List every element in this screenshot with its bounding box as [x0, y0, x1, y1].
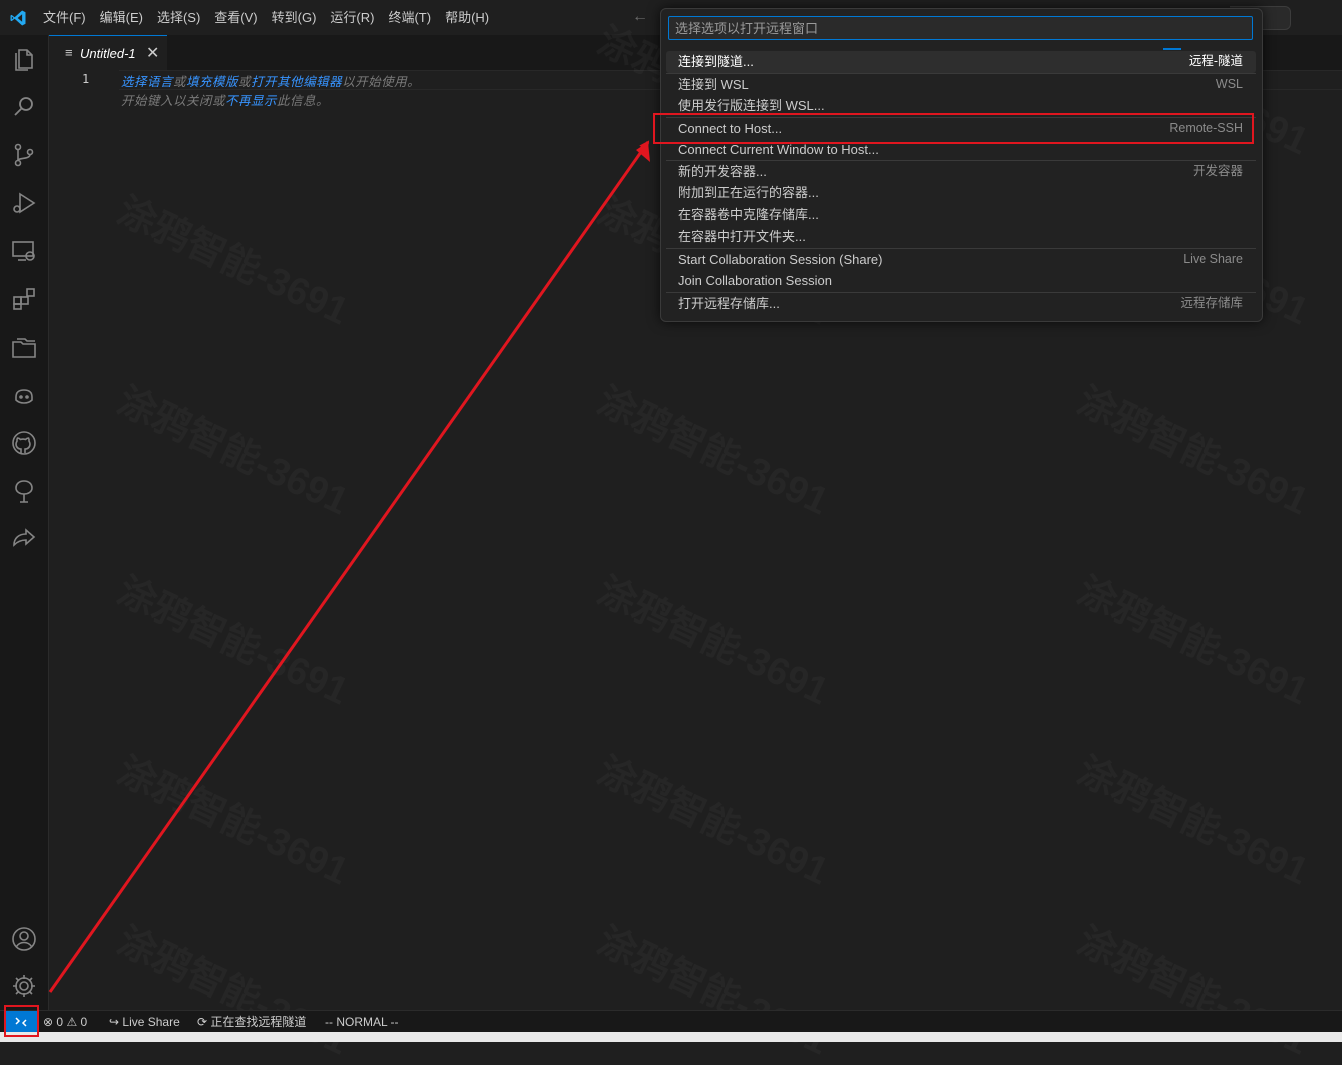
live-share-icon: ↪	[109, 1015, 120, 1029]
tab-label: Untitled-1	[80, 46, 136, 61]
quick-pick-item-label: 在容器中打开文件夹...	[678, 229, 806, 245]
quick-pick-item-label: 连接到 WSL	[678, 76, 749, 92]
menu-bar: 文件(F) 编辑(E) 选择(S) 查看(V) 转到(G) 运行(R) 终端(T) 帮助(H)	[36, 0, 496, 35]
quick-pick-item[interactable]: 使用发行版连接到 WSL...	[666, 95, 1256, 117]
quick-pick-item-label: 在容器卷中克隆存储库...	[678, 207, 819, 223]
quick-pick-item[interactable]: 打开远程存储库... 远程存储库	[666, 291, 1256, 314]
error-count: 0	[56, 1015, 64, 1029]
live-share-status[interactable]: ↪ Live Share	[109, 1011, 180, 1033]
hint-link[interactable]: 打开其他编辑器	[251, 75, 342, 89]
quick-pick-item-description: WSL	[1215, 76, 1243, 91]
quick-pick-item[interactable]: Connect Current Window to Host...	[666, 139, 1256, 161]
quick-pick-item[interactable]: Join Collaboration Session	[666, 270, 1256, 292]
github-icon[interactable]	[10, 429, 38, 457]
quick-pick-item-description: Remote-SSH	[1169, 120, 1243, 135]
live-share-label: Live Share	[122, 1015, 180, 1029]
file-folder-icon[interactable]	[10, 333, 38, 361]
remote-quick-pick: 连接到隧道... 远程-隧道连接到 WSL WSL 使用发行版连接到 WSL... Co…	[660, 8, 1263, 322]
activity-bar	[0, 35, 49, 1010]
editor-hint-line-2: 开始键入以关闭或不再显示此信息。	[121, 90, 329, 109]
menu-item[interactable]: 帮助(H)	[438, 0, 496, 35]
remote-explorer-icon[interactable]	[10, 237, 38, 265]
quick-pick-item[interactable]: Connect to Host... Remote-SSH	[666, 116, 1256, 139]
menu-item[interactable]: 转到(G)	[265, 0, 324, 35]
hint-text: 或	[173, 75, 187, 89]
quick-pick-input[interactable]	[668, 16, 1253, 40]
hint-text: 开始键入以关闭或	[121, 94, 226, 108]
hint-text: 此信息。	[277, 94, 330, 108]
quick-pick-item-label: 使用发行版连接到 WSL...	[678, 97, 825, 113]
quick-pick-item-label: 新的开发容器...	[678, 164, 767, 180]
menu-item[interactable]: 终端(T)	[381, 0, 438, 35]
hint-text: 或	[238, 75, 252, 89]
quick-pick-item[interactable]: 附加到正在运行的容器...	[666, 182, 1256, 204]
taskbar-strip	[0, 1032, 1342, 1042]
quick-pick-item[interactable]: 新的开发容器... 开发容器	[666, 160, 1256, 182]
source-control-icon[interactable]	[10, 141, 38, 169]
quick-pick-item-label: Join Collaboration Session	[678, 272, 832, 288]
sync-icon: ⟳	[197, 1015, 208, 1029]
menu-item[interactable]: 运行(R)	[323, 0, 381, 35]
remote-icon	[15, 1017, 27, 1027]
remote-indicator-button[interactable]	[5, 1011, 37, 1033]
quick-pick-item-description: 开发容器	[1192, 164, 1243, 179]
account-icon[interactable]	[10, 925, 38, 953]
quick-pick-item-label: Start Collaboration Session (Share)	[678, 252, 883, 268]
vscode-logo-icon	[10, 10, 26, 26]
problems-indicator[interactable]: ⊗ 0 ⚠ 0	[43, 1011, 87, 1033]
quick-pick-item[interactable]: 在容器卷中克隆存储库...	[666, 204, 1256, 226]
menu-item[interactable]: 编辑(E)	[93, 0, 150, 35]
quick-pick-item-label: 连接到隧道...	[678, 54, 754, 69]
live-share-icon[interactable]	[10, 525, 38, 553]
error-icon: ⊗	[43, 1015, 54, 1029]
hint-text: 以开始使用。	[342, 75, 421, 89]
close-icon[interactable]: ✕	[146, 43, 159, 63]
quick-pick-item[interactable]: 在容器中打开文件夹...	[666, 226, 1256, 248]
menu-item[interactable]: 选择(S)	[150, 0, 207, 35]
tunnel-status[interactable]: ⟳ 正在查找远程隧道	[197, 1011, 306, 1033]
quick-pick-item-label: 打开远程存储库...	[678, 295, 780, 311]
quick-pick-item-description: 远程存储库	[1180, 295, 1243, 310]
hint-link[interactable]: 选择语言	[121, 75, 173, 89]
hint-link[interactable]: 填充模版	[186, 75, 238, 89]
quick-pick-item-label: 附加到正在运行的容器...	[678, 185, 819, 201]
quick-pick-item-label: Connect Current Window to Host...	[678, 141, 879, 157]
vim-mode-indicator: -- NORMAL --	[325, 1015, 399, 1029]
explorer-icon[interactable]	[10, 45, 38, 73]
status-bar: ⊗ 0 ⚠ 0 ↪ Live Share ⟳ 正在查找远程隧道 -- NORMA…	[0, 1010, 1342, 1033]
tab-untitled-1[interactable]: ≡ Untitled-1 ✕	[49, 35, 167, 70]
quick-pick-item[interactable]: 连接到隧道... 远程-隧道	[666, 51, 1256, 73]
quick-pick-item-description: 远程-隧道	[1188, 54, 1243, 68]
progress-indicator	[1163, 48, 1181, 50]
menu-item[interactable]: 查看(V)	[207, 0, 264, 35]
run-debug-icon[interactable]	[10, 189, 38, 217]
hint-link[interactable]: 不再显示	[225, 94, 277, 108]
warning-icon: ⚠	[66, 1015, 78, 1029]
back-arrow-icon[interactable]: ←	[632, 8, 648, 26]
quick-pick-item-description: Live Share	[1183, 252, 1243, 267]
file-lines-icon: ≡	[65, 45, 73, 60]
quick-pick-list: 连接到隧道... 远程-隧道连接到 WSL WSL 使用发行版连接到 WSL... Co…	[666, 51, 1256, 314]
quick-pick-item[interactable]: 连接到 WSL WSL	[666, 72, 1256, 95]
warning-count: 0	[80, 1015, 88, 1029]
quick-pick-item-label: Connect to Host...	[678, 120, 783, 136]
tunnel-status-label: 正在查找远程隧道	[210, 1015, 307, 1029]
extensions-icon[interactable]	[10, 285, 38, 313]
menu-item[interactable]: 文件(F)	[36, 0, 93, 35]
search-icon[interactable]	[10, 93, 38, 121]
editor-hint-line-1: 选择语言或填充模版或打开其他编辑器以开始使用。	[121, 71, 420, 90]
quick-pick-item[interactable]: Start Collaboration Session (Share) Live …	[666, 248, 1256, 270]
tree-icon[interactable]	[10, 477, 38, 505]
line-number: 1	[82, 72, 90, 86]
settings-gear-icon[interactable]	[10, 972, 38, 1000]
copilot-icon[interactable]	[10, 381, 38, 409]
